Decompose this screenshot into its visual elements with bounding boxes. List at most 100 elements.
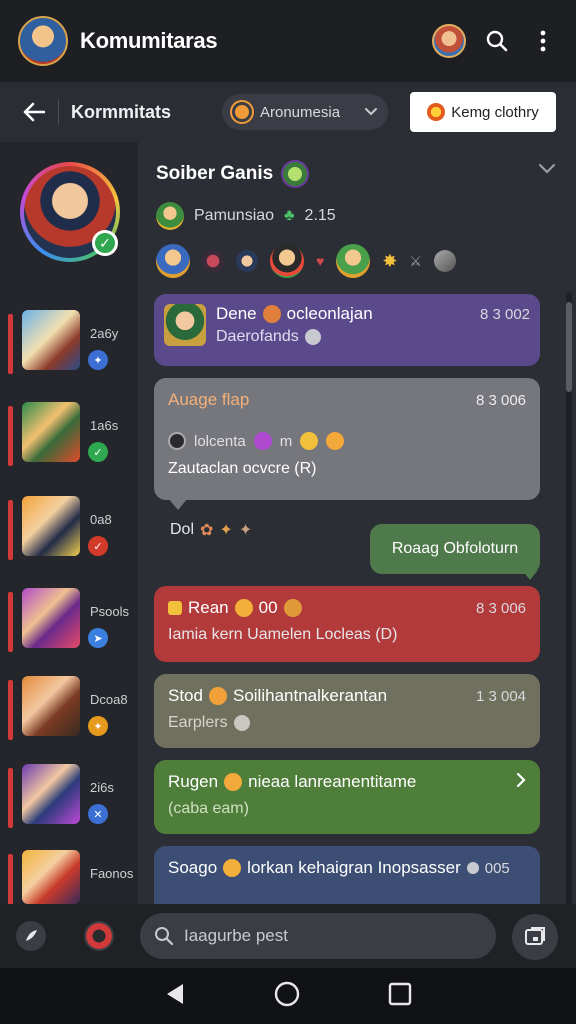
- rail-thumbnail: [22, 496, 80, 556]
- action-button-label: Kemg clothry: [451, 103, 539, 121]
- back-nav-icon[interactable]: [164, 982, 186, 1011]
- message-title-tail: nieaa lanreanentitame: [248, 772, 417, 791]
- message-card[interactable]: Rugen nieaa lanreanentitame (caba eam): [154, 760, 540, 834]
- record-icon[interactable]: [84, 921, 114, 951]
- unread-indicator: [8, 500, 13, 560]
- search-input[interactable]: Iaagurbe pest: [140, 913, 496, 959]
- group-title[interactable]: Soiber Ganis: [156, 160, 556, 188]
- message-mid-tail: m: [279, 432, 293, 450]
- message-title: Soago: [168, 858, 218, 877]
- rail-thumbnail: [22, 588, 80, 648]
- message-card[interactable]: Rean 00 8 3 006 Iamia kern Uamelen Locle…: [154, 586, 540, 662]
- chevron-down-icon[interactable]: [538, 162, 556, 180]
- search-icon[interactable]: [482, 26, 512, 56]
- dropdown-label: Aronumesia: [260, 103, 341, 121]
- smile-icon: [300, 432, 319, 450]
- recents-nav-icon[interactable]: [388, 982, 412, 1011]
- emoji-icon: [253, 432, 272, 450]
- sub-bar: Kormmitats Aronumesia Kemg clothry: [0, 82, 576, 142]
- rail-count: Dcoa8: [90, 692, 128, 707]
- emoji-icon: [208, 687, 227, 705]
- avatar[interactable]: [433, 250, 456, 272]
- composer-bar: Iaagurbe pest: [0, 904, 576, 968]
- avatar[interactable]: [156, 244, 190, 278]
- gallery-button[interactable]: [512, 914, 558, 960]
- emoji-icon: [262, 305, 281, 323]
- user-avatar[interactable]: [432, 24, 466, 58]
- rail-badge-icon: ✓: [88, 442, 108, 462]
- group-title-text: Soiber Ganis: [156, 163, 274, 184]
- avatar[interactable]: [236, 250, 258, 272]
- group-icon: [281, 160, 310, 188]
- message-time: 8 3 006: [475, 391, 526, 409]
- rail-item[interactable]: 1a6s ✓: [0, 402, 138, 474]
- app-bar: Komumitaras: [0, 0, 576, 82]
- back-arrow-icon[interactable]: [16, 94, 52, 130]
- group-meta: Pamunsiao ♣ 2.15: [156, 202, 556, 230]
- app-logo[interactable]: [18, 16, 68, 66]
- emoji-icon: ✦: [219, 522, 233, 539]
- message-card[interactable]: Auage flap 8 3 006 lolcenta m Zautaclan …: [154, 378, 540, 500]
- member-avatars: ♥ ✸ ⚔: [156, 244, 556, 278]
- verified-check-icon: ✓: [92, 230, 118, 256]
- avatar[interactable]: [202, 250, 224, 272]
- action-button[interactable]: Kemg clothry: [410, 92, 556, 132]
- message-title-tail: Soilihantnalkerantan: [232, 686, 388, 705]
- system-nav-bar: [0, 968, 576, 1024]
- filter-icon: [232, 102, 252, 122]
- rail-item[interactable]: 2i6s ✕: [0, 764, 138, 836]
- more-vert-icon[interactable]: [528, 26, 558, 56]
- filter-dropdown[interactable]: Aronumesia: [222, 94, 388, 130]
- message-subtitle: Daerofands: [216, 328, 299, 345]
- rail-item[interactable]: 2a6y ✦: [0, 310, 138, 382]
- rail-item[interactable]: 0a8 ✓: [0, 496, 138, 568]
- group-meta-value: 2.15: [304, 207, 336, 224]
- message-time: 1 3 004: [475, 687, 526, 705]
- unread-indicator: [8, 592, 13, 652]
- message-card[interactable]: Dene ocleonlajan 8 3 002 Daerofands: [154, 294, 540, 366]
- rail-count: Psools: [90, 604, 130, 619]
- home-nav-icon[interactable]: [273, 980, 301, 1013]
- message-card[interactable]: Stod Soilihantnalkerantan 1 3 004 Earple…: [154, 674, 540, 748]
- profile-avatar[interactable]: ✓: [20, 162, 120, 262]
- community-rail: ✓ 2a6y ✦ 1a6s ✓ 0a8 ✓ Psools ➤ Dcoa8 ✦ 2…: [0, 142, 138, 914]
- heart-icon: ♥: [316, 253, 325, 269]
- message-body: (caba eam): [168, 800, 249, 817]
- reply-bubble[interactable]: Roaag Obfoloturn: [370, 524, 540, 574]
- message-avatar: [164, 304, 206, 346]
- message-mid-text: lolcenta: [194, 432, 246, 450]
- group-header: Soiber Ganis Pamunsiao ♣ 2.15 ♥ ✸ ⚔: [156, 160, 556, 278]
- message-title-tail: 00: [258, 598, 278, 617]
- message-title: Auage flap: [168, 390, 250, 409]
- rail-item[interactable]: Dcoa8 ✦: [0, 676, 138, 748]
- message-time: 005: [484, 859, 510, 877]
- avatar[interactable]: [336, 244, 371, 278]
- page-title: Kormmitats: [71, 101, 172, 122]
- chevron-down-icon: [364, 104, 378, 121]
- member-icon: [156, 202, 184, 230]
- shield-icon: [233, 715, 250, 731]
- rail-item[interactable]: Psools ➤: [0, 588, 138, 660]
- feather-icon[interactable]: [16, 921, 46, 951]
- app-bar-actions: [432, 24, 558, 58]
- rail-count: Faonos: [90, 866, 134, 881]
- bubble-tail: [168, 498, 188, 510]
- scrollbar-thumb[interactable]: [566, 302, 572, 392]
- message-body: Zautaclan ocvcre (R): [168, 460, 317, 477]
- gallery-icon: [525, 927, 545, 945]
- rail-count: 2i6s: [90, 780, 114, 795]
- message-title-tail: ocleonlajan: [286, 304, 373, 323]
- app-title: Komumitaras: [80, 28, 218, 53]
- rail-count: 1a6s: [90, 418, 119, 433]
- unread-indicator: [8, 768, 13, 828]
- rail-thumbnail: [22, 402, 80, 462]
- message-card[interactable]: Soago lorkan kehaigran Inopsasser 005: [154, 846, 540, 908]
- message-title: Rean: [188, 598, 229, 617]
- message-title-tail: lorkan kehaigran Inopsasser: [247, 858, 461, 877]
- avatar[interactable]: [270, 244, 304, 278]
- rail-count: 2a6y: [90, 326, 119, 341]
- smile-icon: [326, 432, 345, 450]
- unread-indicator: [8, 680, 13, 740]
- emoji-icon: [223, 859, 242, 877]
- message-time: 8 3 002: [479, 305, 530, 323]
